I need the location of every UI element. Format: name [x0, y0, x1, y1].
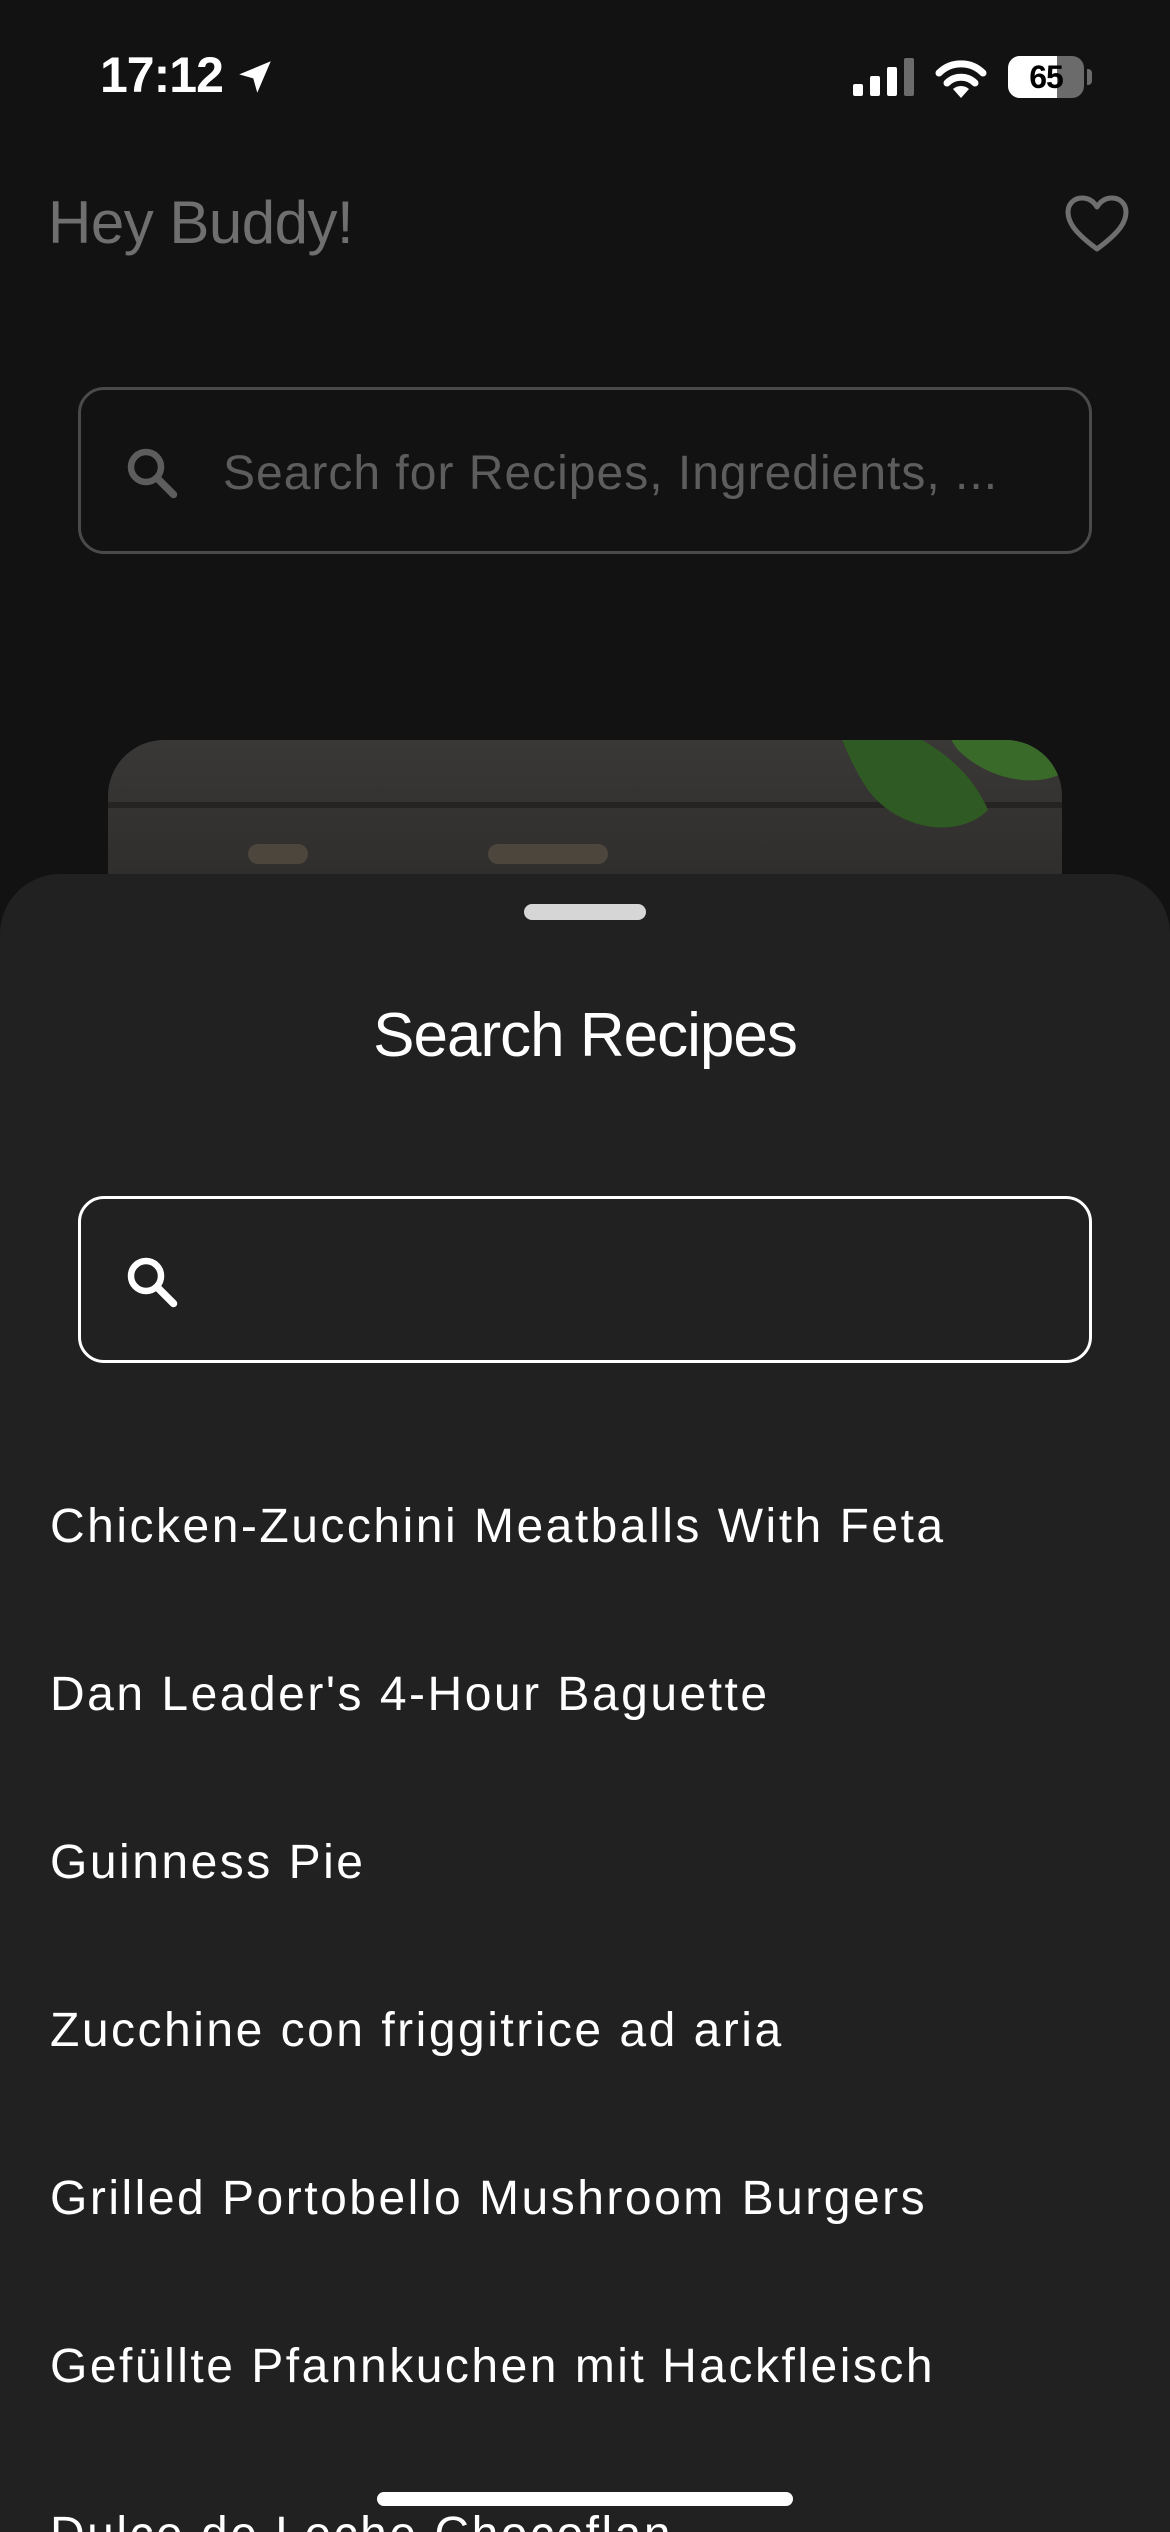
sheet-title: Search Recipes: [373, 1001, 798, 1070]
status-time: 17:12: [100, 47, 224, 103]
search-result-item[interactable]: Chicken-Zucchini Meatballs With Feta: [0, 1472, 1170, 1640]
heart-icon[interactable]: [1064, 194, 1130, 254]
home-indicator[interactable]: [377, 2492, 793, 2506]
search-result-item[interactable]: Dan Leader's 4-Hour Baguette: [0, 1640, 1170, 1808]
location-arrow-icon: [239, 61, 271, 93]
status-bar: 17:12 65: [0, 0, 1170, 150]
wifi-icon: [935, 60, 987, 98]
search-result-item[interactable]: Grilled Portobello Mushroom Burgers: [0, 2144, 1170, 2312]
recipe-search-field[interactable]: [78, 1196, 1092, 1363]
home-search-placeholder: Search for Recipes, Ingredients, ...: [223, 447, 999, 500]
search-result-item[interactable]: Dulce de Leche Chocoflan: [0, 2480, 1170, 2532]
crust-crumb: [488, 844, 608, 864]
sheet-drag-handle[interactable]: [524, 904, 646, 920]
search-result-item[interactable]: Zucchine con friggitrice ad aria: [0, 1976, 1170, 2144]
battery-cap: [1087, 69, 1092, 85]
app-screen: 17:12 65 Hey Buddy! Search for Recipes, …: [0, 0, 1170, 2532]
search-icon: [127, 1257, 178, 1308]
search-icon: [127, 448, 178, 499]
battery-indicator: 65: [1008, 56, 1092, 98]
recipe-search-input[interactable]: [221, 1229, 1061, 1333]
cellular-signal-icon: [853, 58, 914, 96]
battery-level: 65: [1029, 59, 1064, 95]
crust-crumb: [248, 844, 308, 864]
search-bottom-sheet: Search Recipes Chicken-Zucchini Meatball…: [0, 874, 1170, 2532]
search-result-item[interactable]: Guinness Pie: [0, 1808, 1170, 1976]
greeting-title: Hey Buddy!: [48, 189, 354, 256]
search-results-list: Chicken-Zucchini Meatballs With Feta Dan …: [0, 1472, 1170, 2532]
home-search-field[interactable]: Search for Recipes, Ingredients, ...: [78, 387, 1092, 554]
search-result-item[interactable]: Gefüllte Pfannkuchen mit Hackfleisch: [0, 2312, 1170, 2480]
basil-leaf-image: [842, 740, 1062, 828]
battery-body: 65: [1008, 56, 1084, 98]
